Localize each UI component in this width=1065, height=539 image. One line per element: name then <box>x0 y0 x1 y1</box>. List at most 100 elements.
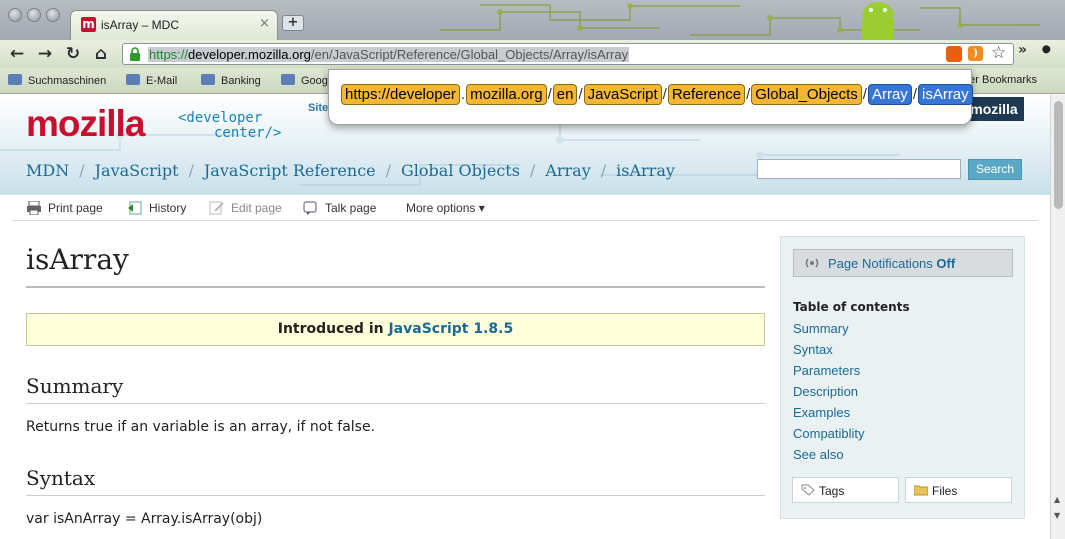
theme-circuit-art <box>440 2 1040 40</box>
toc-item-description[interactable]: Description <box>793 384 858 399</box>
folder-icon <box>8 74 22 85</box>
url-segment[interactable]: isArray <box>917 84 973 105</box>
url-segment[interactable]: Reference <box>667 84 746 105</box>
toc-heading: Table of contents <box>793 300 910 314</box>
breadcrumb-array[interactable]: Array <box>545 161 590 180</box>
files-button[interactable]: Files <box>905 477 1012 503</box>
breadcrumb-global-objects[interactable]: Global Objects <box>401 161 520 180</box>
breadcrumb-isarray[interactable]: isArray <box>616 161 675 180</box>
url-segment[interactable]: https://developer <box>341 84 460 105</box>
folder-icon <box>201 74 215 85</box>
toc-item-compatibility[interactable]: Compatiblity <box>793 426 865 441</box>
mdc-favicon-icon: m <box>81 17 96 32</box>
url-segments: https://developer. mozilla.org / en / JavaScr… <box>341 84 973 105</box>
url-separator: / <box>862 86 867 103</box>
zoom-window-button[interactable] <box>46 8 60 22</box>
toc-item-examples[interactable]: Examples <box>793 405 850 420</box>
reload-icon[interactable]: ↻ <box>61 42 85 66</box>
rss-icon[interactable]: ) <box>968 46 983 61</box>
print-page-button[interactable]: Print page <box>26 201 103 215</box>
history-icon <box>128 201 142 215</box>
browser-tab[interactable]: m isArray – MDC × <box>70 10 278 40</box>
url-separator: / <box>547 86 552 103</box>
divider <box>26 286 765 288</box>
javascript-version-link[interactable]: JavaScript 1.8.5 <box>388 321 513 337</box>
breadcrumb-javascript[interactable]: JavaScript <box>95 161 179 180</box>
url-separator: / <box>662 86 667 103</box>
tab-close-icon[interactable]: × <box>259 16 270 31</box>
scroll-up-icon[interactable]: ▲ <box>1054 495 1060 504</box>
url-segment[interactable]: en <box>552 84 578 105</box>
back-icon[interactable]: ← <box>5 42 29 66</box>
toc-item-parameters[interactable]: Parameters <box>793 363 860 378</box>
folder-icon <box>126 74 140 85</box>
syntax-heading: Syntax <box>26 466 96 490</box>
edit-page-button[interactable]: Edit page <box>209 201 282 215</box>
search-input[interactable] <box>757 159 961 179</box>
toc-item-summary[interactable]: Summary <box>793 321 849 336</box>
broadcast-icon <box>805 258 819 268</box>
breadcrumb: MDN / JavaScript / JavaScript Reference / Glob… <box>26 161 675 180</box>
page-scrollbar[interactable]: ▲ ▼ <box>1050 95 1065 539</box>
forward-icon[interactable]: → <box>33 42 57 66</box>
summary-heading: Summary <box>26 374 124 398</box>
page-title: isArray <box>26 243 129 276</box>
url-segment[interactable]: Array <box>867 84 912 105</box>
tags-button[interactable]: Tags <box>792 477 899 503</box>
wrench-icon[interactable] <box>1038 45 1056 63</box>
talk-page-button[interactable]: Talk page <box>303 201 376 215</box>
more-options-dropdown[interactable]: More options ▾ <box>406 201 485 215</box>
bookmark-folder[interactable]: Banking <box>201 74 261 87</box>
home-icon[interactable]: ⌂ <box>89 42 113 66</box>
divider <box>26 495 765 496</box>
bookmark-star-icon[interactable]: ☆ <box>991 43 1006 63</box>
android-mascot-icon <box>862 2 894 40</box>
url-segment[interactable]: mozilla.org <box>466 84 547 105</box>
url-text[interactable]: https://developer.mozilla.org/en/JavaScr… <box>148 47 630 62</box>
web-page: mozilla <developer center/> Site mozilla… <box>0 95 1050 539</box>
syntax-code: var isAnArray = Array.isArray(obj) <box>26 511 263 527</box>
breadcrumb-javascript-reference[interactable]: JavaScript Reference <box>204 161 376 180</box>
talk-icon <box>303 201 317 215</box>
bookmark-folder[interactable]: E-Mail <box>126 74 177 87</box>
lock-icon[interactable] <box>129 47 141 61</box>
mozilla-logo[interactable]: mozilla <box>26 103 145 145</box>
page-notifications-button[interactable]: Page Notifications Off <box>793 249 1013 277</box>
url-separator: . <box>460 86 466 103</box>
close-window-button[interactable] <box>8 8 22 22</box>
toolbar-overflow-icon[interactable]: » <box>1018 42 1027 58</box>
toc-item-see-also[interactable]: See also <box>793 447 844 462</box>
extension-icon[interactable] <box>946 46 962 62</box>
search-button[interactable]: Search <box>968 159 1022 180</box>
url-segment[interactable]: Global_Objects <box>751 84 862 105</box>
new-tab-button[interactable]: + <box>282 15 304 31</box>
scroll-down-icon[interactable]: ▼ <box>1054 511 1060 520</box>
edit-icon <box>209 201 224 215</box>
tab-title: isArray – MDC <box>101 18 180 32</box>
url-separator: / <box>578 86 583 103</box>
page-actions-bar: Print page History Edit page Talk page M… <box>12 195 1038 221</box>
bookmark-folder[interactable]: Goog <box>281 74 328 87</box>
url-segment[interactable]: JavaScript <box>583 84 662 105</box>
url-breakdown-popup: https://developer. mozilla.org / en / JavaScr… <box>328 69 973 125</box>
mozilla-badge[interactable]: mozilla <box>964 97 1024 121</box>
address-bar[interactable]: https://developer.mozilla.org/en/JavaScr… <box>122 43 1014 65</box>
developer-center-tagline: <developer center/> <box>178 110 282 141</box>
browser-toolbar: ← → ↻ ⌂ https://developer.mozilla.org/en… <box>0 40 1065 68</box>
printer-icon <box>27 201 41 215</box>
folder-icon <box>914 485 928 496</box>
toc-item-syntax[interactable]: Syntax <box>793 342 833 357</box>
site-link[interactable]: Site <box>308 102 328 114</box>
summary-text: Returns true if an variable is an array,… <box>26 419 376 435</box>
minimize-window-button[interactable] <box>27 8 41 22</box>
tab-strip: m isArray – MDC × + <box>0 0 1065 40</box>
url-separator: / <box>746 86 751 103</box>
bookmark-folder[interactable]: Suchmaschinen <box>8 74 106 87</box>
scrollbar-thumb[interactable] <box>1054 101 1063 209</box>
history-button[interactable]: History <box>127 201 186 215</box>
divider <box>26 403 765 404</box>
introduced-in-banner: Introduced in JavaScript 1.8.5 <box>26 313 765 346</box>
breadcrumb-mdn[interactable]: MDN <box>26 161 69 180</box>
tag-icon <box>801 484 815 496</box>
folder-icon <box>281 74 295 85</box>
